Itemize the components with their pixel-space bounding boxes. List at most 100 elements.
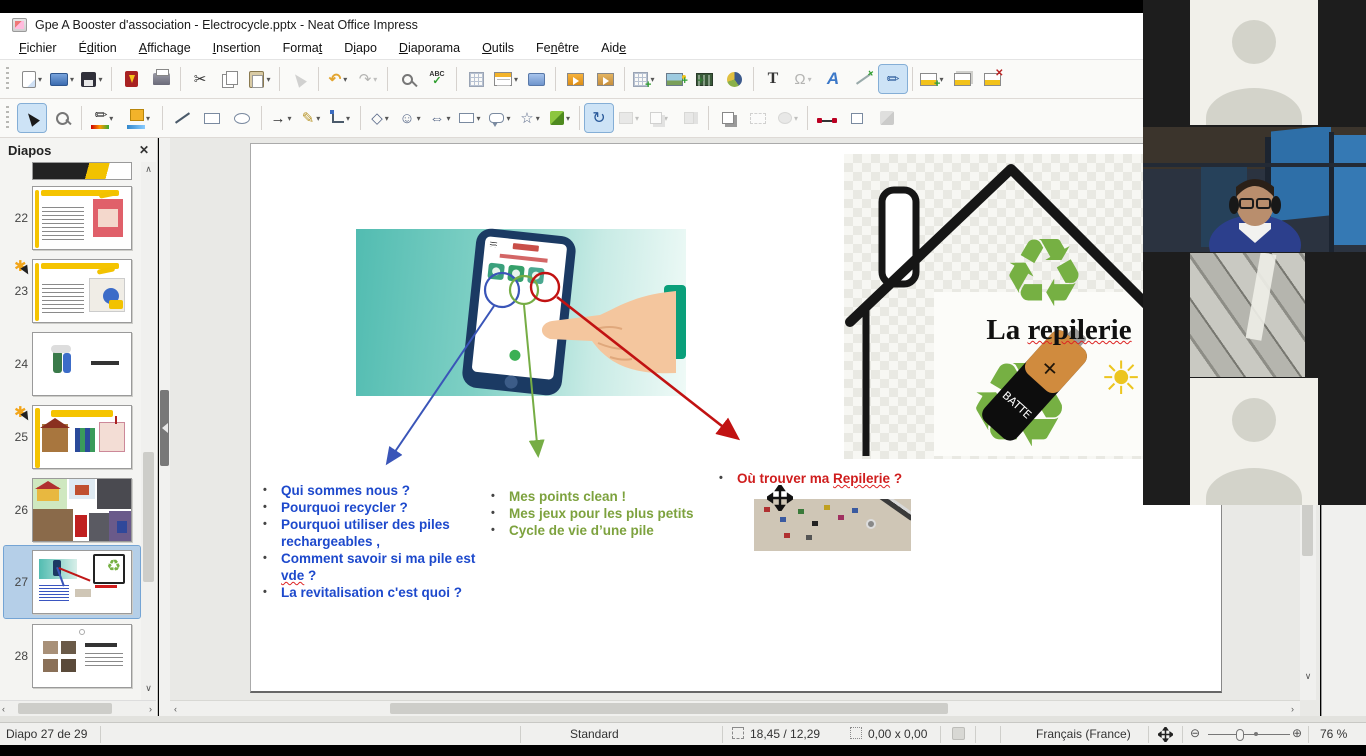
panel-collapse-handle[interactable] xyxy=(159,138,170,718)
redo-button[interactable]: ↷▾ xyxy=(354,65,382,93)
video-tile-participant[interactable] xyxy=(1143,127,1366,252)
special-character-button[interactable]: Ω▾ xyxy=(789,65,817,93)
statusbar-layout-name[interactable]: Standard xyxy=(570,727,619,741)
hscrollbar-thumb[interactable] xyxy=(390,703,948,714)
align-objects-button[interactable]: ▾ xyxy=(615,104,643,132)
delete-slide-button[interactable] xyxy=(978,65,1006,93)
slide-thumbnail-25[interactable] xyxy=(32,405,132,469)
glue-points-button[interactable] xyxy=(843,104,871,132)
insert-chart-button[interactable] xyxy=(720,65,748,93)
insert-media-button[interactable] xyxy=(690,65,718,93)
menu-diapo[interactable]: Diapo xyxy=(335,38,386,58)
new-slide-button[interactable]: ▾ xyxy=(918,65,946,93)
callout-shapes-button[interactable]: ▾ xyxy=(486,104,514,132)
master-slide-button[interactable] xyxy=(522,65,550,93)
statusbar-zoom-level[interactable]: 76 % xyxy=(1320,727,1347,741)
symbol-shapes-button[interactable]: ☺▾ xyxy=(396,104,424,132)
menu-format[interactable]: Format xyxy=(274,38,332,58)
slide-thumbnail-row[interactable]: 22 ✱ xyxy=(4,182,140,254)
cut-button[interactable]: ✂ xyxy=(186,65,214,93)
insert-image-button[interactable] xyxy=(660,65,688,93)
slide-thumbnail-22[interactable] xyxy=(32,186,132,250)
menu-insertion[interactable]: Insertion xyxy=(204,38,270,58)
save-button[interactable]: ▾ xyxy=(78,65,106,93)
star-shapes-button[interactable]: ☆▾ xyxy=(516,104,544,132)
flowchart-shapes-button[interactable]: ▾ xyxy=(456,104,484,132)
block-arrows-button[interactable]: ⇔▾ xyxy=(426,104,454,132)
menu-affichage[interactable]: Affichage xyxy=(130,38,200,58)
fontwork-button[interactable]: A xyxy=(819,65,847,93)
ellipse-tool-button[interactable] xyxy=(228,104,256,132)
insert-textbox-button[interactable]: T xyxy=(759,65,787,93)
duplicate-slide-button[interactable] xyxy=(948,65,976,93)
zoom-slider-thumb[interactable] xyxy=(1236,729,1244,741)
find-replace-button[interactable] xyxy=(393,65,421,93)
copy-button[interactable] xyxy=(216,65,244,93)
rotate-tool-button[interactable]: ↻ xyxy=(585,104,613,132)
vscrollbar-thumb[interactable] xyxy=(1302,500,1313,556)
slide-thumbnail-28[interactable] xyxy=(32,624,132,688)
open-button[interactable]: ▾ xyxy=(48,65,76,93)
crop-image-button[interactable] xyxy=(744,104,772,132)
start-current-slide-button[interactable] xyxy=(591,65,619,93)
arrange-objects-button[interactable]: ▾ xyxy=(645,104,673,132)
panel-vertical-scrollbar[interactable]: ∧ ∨ xyxy=(141,162,156,714)
menu-fenetre[interactable]: Fenêtre xyxy=(527,38,588,58)
toolbar-grip[interactable] xyxy=(6,67,13,91)
panel-close-icon[interactable]: ✕ xyxy=(139,143,149,157)
panel-hscrollbar-thumb[interactable] xyxy=(18,703,112,714)
slide-thumbnail-27[interactable]: ♻ xyxy=(32,550,132,614)
menu-fichier[interactable]: Fichier xyxy=(10,38,66,58)
lines-arrows-button[interactable]: →▾ xyxy=(267,104,295,132)
edit-points-button[interactable] xyxy=(813,104,841,132)
display-grid-button[interactable] xyxy=(462,65,490,93)
statusbar-language[interactable]: Français (France) xyxy=(1036,727,1131,741)
slide-thumbnail-row[interactable]: 26 xyxy=(4,474,140,546)
zoom-tool-button[interactable] xyxy=(48,104,76,132)
paste-button[interactable]: ▾ xyxy=(246,65,274,93)
panel-scrollbar-thumb[interactable] xyxy=(143,452,154,582)
undo-button[interactable]: ↶▾ xyxy=(324,65,352,93)
insert-table-button[interactable]: ▾ xyxy=(630,65,658,93)
main-horizontal-scrollbar[interactable]: ‹ › xyxy=(170,700,1300,716)
select-tool-button[interactable] xyxy=(18,104,46,132)
slide-thumbnail-26[interactable] xyxy=(32,478,132,542)
video-tile-avatar-2[interactable] xyxy=(1190,378,1318,505)
toggle-extrusion-button[interactable] xyxy=(873,104,901,132)
zoom-in-icon[interactable]: ⊕ xyxy=(1292,726,1302,740)
connector-tool-button[interactable]: ▾ xyxy=(327,104,355,132)
panel-horizontal-scrollbar[interactable]: ‹ › xyxy=(0,700,156,716)
slide-thumbnail-row-selected[interactable]: 27 ♻ xyxy=(4,546,140,618)
menu-outils[interactable]: Outils xyxy=(473,38,523,58)
menu-edition[interactable]: Édition xyxy=(70,38,126,58)
video-tile-ceiling[interactable] xyxy=(1190,253,1305,377)
basic-shapes-button[interactable]: ◇▾ xyxy=(366,104,394,132)
show-draw-functions-button[interactable]: ✎ xyxy=(879,65,907,93)
slide-canvas[interactable]: •Qui sommes nous ? •Pourquoi recycler ? … xyxy=(250,143,1222,693)
green-bullet-list[interactable]: •Mes points clean ! •Mes jeux pour les p… xyxy=(491,488,731,539)
clone-formatting-button[interactable] xyxy=(285,65,313,93)
video-tile-avatar-1[interactable] xyxy=(1190,0,1318,125)
red-bullet-item[interactable]: •Où trouver ma Repilerie ? xyxy=(719,470,979,487)
mirror-button[interactable] xyxy=(675,104,703,132)
rectangle-tool-button[interactable] xyxy=(198,104,226,132)
panel-collapse-thumb[interactable] xyxy=(160,390,169,466)
menu-diaporama[interactable]: Diaporama xyxy=(390,38,469,58)
fit-slide-icon[interactable] xyxy=(1158,727,1173,742)
image-filter-button[interactable]: ▾ xyxy=(774,104,802,132)
print-button[interactable] xyxy=(147,65,175,93)
repilerie-logo-image[interactable]: ♻ ♻ + BATTE ☀ La repilerie xyxy=(844,154,1179,459)
slide-thumbnail-23[interactable] xyxy=(32,259,132,323)
spelling-button[interactable]: ABC✓ xyxy=(423,65,451,93)
3d-objects-button[interactable]: ▾ xyxy=(546,104,574,132)
fill-color-button[interactable]: ▾ xyxy=(123,104,157,132)
export-pdf-button[interactable] xyxy=(117,65,145,93)
slide-thumbnail-row[interactable]: 28 xyxy=(4,620,140,692)
insert-line-button[interactable] xyxy=(849,65,877,93)
slide-thumbnail-21-partial[interactable] xyxy=(32,162,132,180)
insert-line-tool-button[interactable] xyxy=(168,104,196,132)
slide-thumbnail-row[interactable]: 23 ✱ xyxy=(4,255,140,327)
toolbar-grip[interactable] xyxy=(6,106,13,130)
display-views-button[interactable]: ▾ xyxy=(492,65,520,93)
shadow-button[interactable] xyxy=(714,104,742,132)
